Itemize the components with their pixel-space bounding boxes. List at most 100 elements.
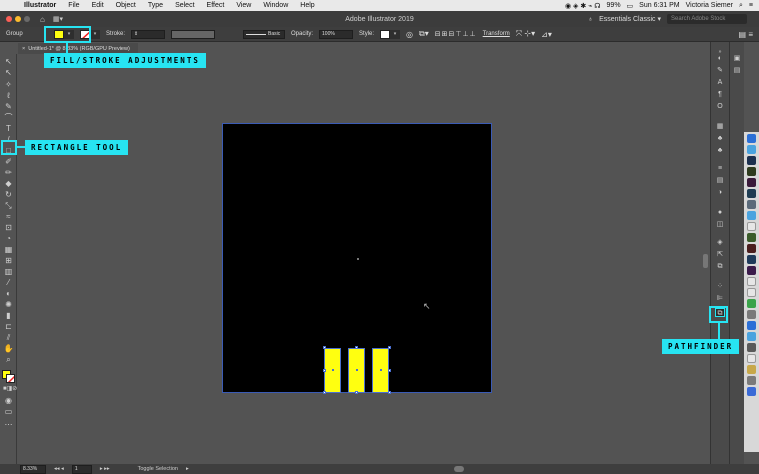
dock-app-icon[interactable]: [747, 299, 756, 308]
menu-list-icon[interactable]: ≡: [749, 2, 753, 9]
opacity-field[interactable]: 100%: [319, 29, 354, 39]
toolbar-stroke-swatch[interactable]: [6, 374, 15, 383]
libraries-panel-icon[interactable]: ▣: [732, 54, 742, 63]
scale-tool-icon[interactable]: ⤡: [3, 201, 14, 210]
brush-definition-field[interactable]: Basic: [243, 29, 286, 39]
graphic-style-swatch[interactable]: [380, 29, 391, 39]
perspective-grid-tool-icon[interactable]: ▦: [3, 245, 14, 254]
dock-app-icon[interactable]: [747, 332, 756, 341]
edit-toolbar-icon[interactable]: ⊿▾: [541, 30, 552, 39]
mesh-tool-icon[interactable]: ⊞: [3, 256, 14, 265]
dock-app-icon[interactable]: [747, 365, 756, 374]
opentype-panel-icon[interactable]: O: [715, 102, 725, 111]
workspace-switcher[interactable]: Essentials Classic ▾: [599, 15, 661, 23]
dock-app-icon[interactable]: [747, 343, 756, 352]
dock-app-icon[interactable]: [747, 178, 756, 187]
search-stock-input[interactable]: Search Adobe Stock: [667, 14, 747, 24]
dock-app-icon[interactable]: [747, 222, 756, 231]
menu-file[interactable]: File: [62, 2, 85, 9]
horizontal-scroll-thumb[interactable]: [454, 466, 464, 472]
battery-percent[interactable]: 99%: [607, 2, 621, 9]
paintbrush-tool-icon[interactable]: ✐: [3, 157, 14, 166]
align-buttons[interactable]: ⊟⊞⊟⊤⊥⊥: [435, 30, 477, 38]
home-icon[interactable]: ⌂: [40, 15, 45, 24]
align-panel-icon[interactable]: ⊫: [715, 294, 725, 303]
dock-app-icon[interactable]: [747, 167, 756, 176]
swatches-panel-icon[interactable]: ▦: [715, 122, 725, 131]
menubar-clock[interactable]: Sun 6:31 PM: [639, 2, 679, 9]
close-window-button[interactable]: [6, 16, 12, 22]
blend-tool-icon[interactable]: ◐: [3, 289, 14, 298]
minimize-window-button[interactable]: [15, 16, 21, 22]
dock-app-icon[interactable]: [747, 387, 756, 396]
transform-panel-icon[interactable]: ⁘: [715, 282, 725, 291]
screen-mode-icon[interactable]: ▭: [3, 407, 14, 416]
selection-handle[interactable]: [355, 346, 358, 349]
artboard-number-field[interactable]: 1: [71, 464, 92, 474]
properties-panel-icon[interactable]: ▤: [732, 66, 742, 75]
zoom-level-field[interactable]: 8.33%: [20, 464, 46, 474]
style-dropdown-icon[interactable]: ▾: [390, 29, 401, 39]
gradient-panel-icon[interactable]: ▤: [715, 176, 725, 185]
vertical-scrollbar[interactable]: [701, 42, 710, 466]
selection-handle[interactable]: [323, 346, 326, 349]
selection-handle[interactable]: [388, 346, 391, 349]
stroke-panel-icon[interactable]: ≡: [715, 164, 725, 173]
dock-app-icon[interactable]: [747, 211, 756, 220]
magic-wand-tool-icon[interactable]: ✧: [3, 80, 14, 89]
artboards-panel-icon[interactable]: ⧉: [715, 262, 725, 271]
graphic-style-panel-icon[interactable]: ◫: [715, 220, 725, 229]
spotlight-icon[interactable]: ⌕: [739, 2, 743, 10]
hand-tool-icon[interactable]: ✋: [3, 344, 14, 353]
menu-app-name[interactable]: Illustrator: [18, 2, 62, 9]
dock-app-icon[interactable]: [747, 156, 756, 165]
column-graph-tool-icon[interactable]: ▮: [3, 311, 14, 320]
stroke-weight-field[interactable]: ⇕: [131, 29, 166, 39]
gradient-tool-icon[interactable]: ▥: [3, 267, 14, 276]
free-transform-tool-icon[interactable]: ⊡: [3, 223, 14, 232]
width-tool-icon[interactable]: ≈: [3, 212, 14, 221]
menu-effect[interactable]: Effect: [201, 2, 231, 9]
dock-app-icon[interactable]: [747, 244, 756, 253]
transform-link[interactable]: Transform: [483, 31, 510, 37]
dock-app-icon[interactable]: [747, 134, 756, 143]
direct-selection-tool-icon[interactable]: ↖: [3, 68, 14, 77]
asset-export-panel-icon[interactable]: ⇱: [715, 250, 725, 259]
zoom-tool-icon[interactable]: ⌕: [3, 355, 14, 364]
transparency-panel-icon[interactable]: ◑: [715, 188, 725, 197]
variable-width-field[interactable]: [171, 29, 216, 39]
dock-app-icon[interactable]: [747, 200, 756, 209]
scroll-thumb[interactable]: [703, 254, 708, 268]
eyedropper-tool-icon[interactable]: ⁄: [3, 278, 14, 287]
dock-app-icon[interactable]: [747, 288, 756, 297]
stroke-dropdown-icon[interactable]: ▾: [90, 29, 100, 39]
selection-handle[interactable]: [323, 391, 326, 394]
graphic-styles-panel-icon[interactable]: ♣: [715, 146, 725, 155]
menu-type[interactable]: Type: [142, 2, 169, 9]
selection-handle[interactable]: [388, 391, 391, 394]
dock-app-icon[interactable]: [747, 266, 756, 275]
dock-app-icon[interactable]: [747, 145, 756, 154]
recolor-icon[interactable]: ◎: [406, 30, 413, 39]
selection-handle[interactable]: [388, 369, 391, 372]
battery-icon[interactable]: ▭: [627, 2, 634, 10]
menu-edit[interactable]: Edit: [86, 2, 110, 9]
draw-mode-icon[interactable]: ◉: [3, 396, 14, 405]
panel-menu-icon[interactable]: ▤ ≡: [739, 30, 753, 39]
dock-app-icon[interactable]: [747, 189, 756, 198]
status-icons[interactable]: ◉ ◈ ✱ ⌁ ☊: [565, 2, 601, 10]
brushes-panel-icon[interactable]: ✎: [715, 66, 725, 75]
menu-object[interactable]: Object: [110, 2, 142, 9]
status-menu-icon[interactable]: ▸: [186, 466, 189, 472]
lightbulb-icon[interactable]: ♁: [588, 16, 593, 23]
menu-help[interactable]: Help: [294, 2, 320, 9]
arrange-documents-icon[interactable]: ▦▾: [53, 15, 63, 23]
slice-tool-icon[interactable]: ⫽: [3, 333, 14, 342]
align-to-icon[interactable]: ⧉▾: [419, 29, 429, 39]
menu-view[interactable]: View: [230, 2, 257, 9]
maximize-window-button[interactable]: [24, 16, 30, 22]
eraser-tool-icon[interactable]: ◆: [3, 179, 14, 188]
status-mode-text[interactable]: Toggle Selection: [138, 466, 178, 472]
menu-select[interactable]: Select: [169, 2, 200, 9]
shape-builder-tool-icon[interactable]: ◔: [3, 234, 14, 243]
